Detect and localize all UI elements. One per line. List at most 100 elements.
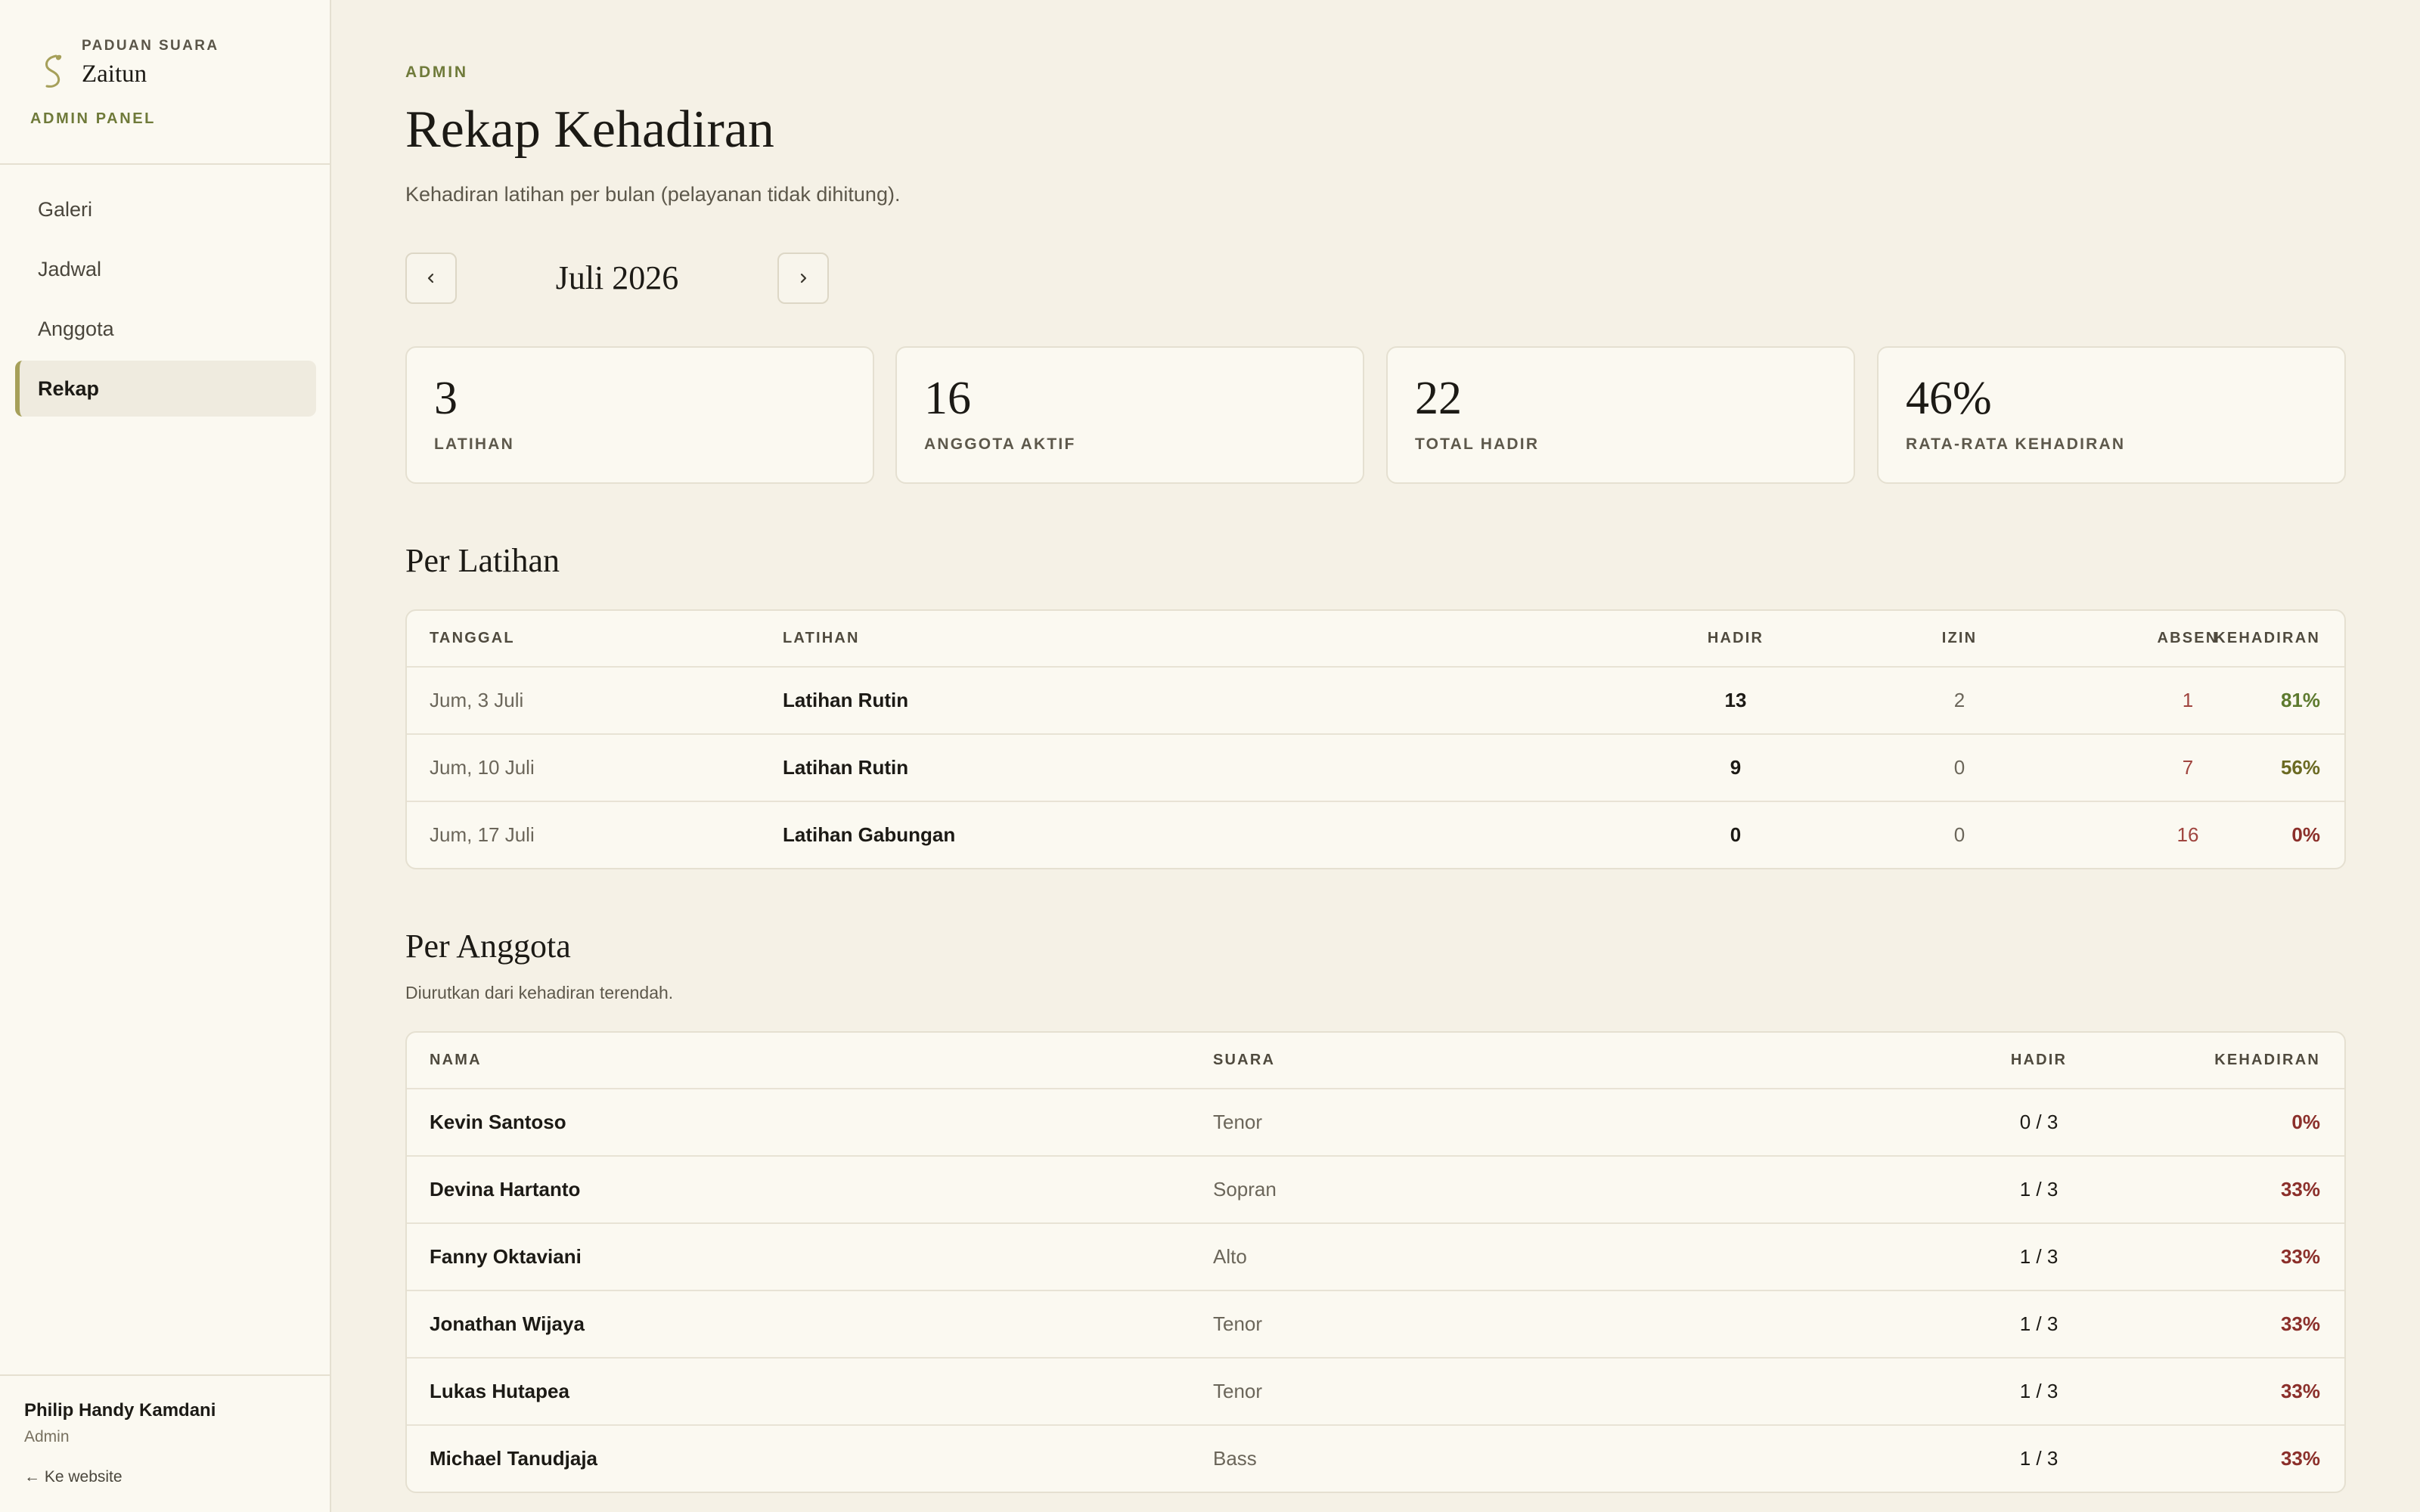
page-eyebrow: ADMIN [405, 64, 468, 81]
column-header-nama[interactable]: NAMA [430, 1033, 482, 1088]
cell-hadir: 0 [1730, 823, 1742, 846]
cell-suara: Alto [1213, 1245, 1247, 1268]
column-header-latihan[interactable]: LATIHAN [783, 611, 860, 666]
cell-kehadiran: 33% [2280, 1447, 2320, 1470]
prev-month-button[interactable] [405, 253, 457, 304]
table-row[interactable]: Jonathan Wijaya Tenor 1 / 3 33% [407, 1290, 2344, 1357]
cell-izin: 2 [1953, 689, 1965, 711]
brand-name: Zaitun [82, 60, 147, 88]
cell-kehadiran: 33% [2280, 1380, 2320, 1402]
cell-nama: Jonathan Wijaya [430, 1312, 585, 1335]
stat-value: 46% [1906, 373, 1992, 424]
cell-hadir: 0 / 3 [2019, 1111, 2059, 1133]
per-anggota-rows: Kevin Santoso Tenor 0 / 3 0% Devina Hartanto… [407, 1088, 2344, 1492]
column-header-izin[interactable]: IZIN [1884, 611, 2035, 666]
current-month: Juli 2026 [555, 259, 679, 296]
stat-label: RATA-RATA KEHADIRAN [1906, 435, 2126, 453]
stat-label: ANGGOTA AKTIF [924, 435, 1076, 453]
cell-latihan: Latihan Rutin [783, 689, 909, 711]
back-to-website-link[interactable]: ← Ke website [24, 1468, 123, 1486]
cell-kehadiran: 0% [2291, 823, 2320, 846]
cell-kehadiran: 33% [2280, 1245, 2320, 1268]
cell-kehadiran: 0% [2291, 1111, 2320, 1133]
table-row[interactable]: Michael Tanudjaja Bass 1 / 3 33% [407, 1424, 2344, 1492]
sidebar-item-label: Anggota [38, 317, 114, 340]
table-row[interactable]: Jum, 3 Juli Latihan Rutin 13 2 1 81% [407, 666, 2344, 733]
section-title-per-anggota: Per Anggota [405, 928, 571, 965]
sidebar-item-label: Rekap [38, 376, 100, 400]
table-header-row: TANGGAL LATIHAN HADIR IZIN ABSEN KEHADIR… [407, 611, 2344, 666]
cell-hadir: 1 / 3 [2019, 1312, 2059, 1335]
cell-hadir: 13 [1724, 689, 1747, 711]
table-row[interactable]: Devina Hartanto Sopran 1 / 3 33% [407, 1155, 2344, 1222]
sidebar-item-anggota[interactable]: Anggota [15, 301, 316, 357]
column-header-kehadiran[interactable]: KEHADIRAN [2093, 611, 2320, 666]
user-name: Philip Handy Kamdani [24, 1400, 216, 1421]
stat-label: LATIHAN [434, 435, 514, 453]
next-month-button[interactable] [777, 253, 829, 304]
cell-kehadiran: 33% [2280, 1178, 2320, 1201]
section-title-per-latihan: Per Latihan [405, 542, 560, 579]
cell-suara: Tenor [1213, 1111, 1263, 1133]
stat-value: 3 [434, 373, 458, 424]
cell-nama: Fanny Oktaviani [430, 1245, 582, 1268]
table-row[interactable]: Fanny Oktaviani Alto 1 / 3 33% [407, 1222, 2344, 1290]
cell-hadir: 1 / 3 [2019, 1178, 2059, 1201]
sidebar-item-label: Galeri [38, 197, 93, 221]
cell-hadir: 1 / 3 [2019, 1245, 2059, 1268]
cell-suara: Bass [1213, 1447, 1257, 1470]
per-latihan-rows: Jum, 3 Juli Latihan Rutin 13 2 1 81% Jum, 10 J… [407, 666, 2344, 868]
table-row[interactable]: Jum, 17 Juli Latihan Gabungan 0 0 16 0% [407, 801, 2344, 868]
stat-card-anggota-aktif: 16 ANGGOTA AKTIF [895, 346, 1364, 484]
cell-latihan: Latihan Gabungan [783, 823, 956, 846]
cell-kehadiran: 33% [2280, 1312, 2320, 1335]
month-navigator: Juli 2026 [405, 253, 829, 304]
sidebar-item-galeri[interactable]: Galeri [15, 181, 316, 237]
cell-suara: Tenor [1213, 1312, 1263, 1335]
column-header-kehadiran[interactable]: KEHADIRAN [2093, 1033, 2320, 1088]
cell-izin: 0 [1953, 823, 1965, 846]
sidebar-nav: Galeri Jadwal Anggota Rekap [15, 181, 316, 420]
sidebar-divider [0, 1374, 330, 1376]
column-header-tanggal[interactable]: TANGGAL [430, 611, 515, 666]
cell-tanggal: Jum, 3 Juli [430, 689, 524, 711]
stat-card-total-hadir: 22 TOTAL HADIR [1386, 346, 1855, 484]
table-row[interactable]: Lukas Hutapea Tenor 1 / 3 33% [407, 1357, 2344, 1424]
cell-nama: Devina Hartanto [430, 1178, 581, 1201]
column-header-hadir[interactable]: HADIR [1963, 1033, 2114, 1088]
cell-hadir: 1 / 3 [2019, 1447, 2059, 1470]
cell-izin: 0 [1953, 756, 1965, 779]
section-note: Diurutkan dari kehadiran terendah. [405, 983, 674, 1002]
stat-value: 22 [1415, 373, 1462, 424]
page-title: Rekap Kehadiran [405, 101, 774, 159]
sidebar-item-jadwal[interactable]: Jadwal [15, 241, 316, 297]
cell-nama: Michael Tanudjaja [430, 1447, 598, 1470]
cell-suara: Tenor [1213, 1380, 1263, 1402]
chevron-right-icon [800, 273, 807, 284]
stats-row: 3 LATIHAN 16 ANGGOTA AKTIF 22 TOTAL HADI… [405, 346, 2346, 484]
stat-label: TOTAL HADIR [1415, 435, 1540, 453]
column-header-suara[interactable]: SUARA [1213, 1033, 1275, 1088]
column-header-hadir[interactable]: HADIR [1660, 611, 1811, 666]
stat-card-rata-rata: 46% RATA-RATA KEHADIRAN [1877, 346, 2346, 484]
cell-tanggal: Jum, 10 Juli [430, 756, 535, 779]
cell-nama: Kevin Santoso [430, 1111, 566, 1133]
stat-card-latihan: 3 LATIHAN [405, 346, 874, 484]
sidebar: PADUAN SUARA Zaitun ADMIN PANEL Galeri J… [0, 0, 331, 1512]
cell-kehadiran: 56% [2280, 756, 2320, 779]
brand-tagline: PADUAN SUARA [82, 38, 219, 54]
cell-kehadiran: 81% [2280, 689, 2320, 711]
sidebar-item-rekap[interactable]: Rekap [15, 361, 316, 417]
cell-hadir: 1 / 3 [2019, 1380, 2059, 1402]
cell-suara: Sopran [1213, 1178, 1277, 1201]
table-row[interactable]: Kevin Santoso Tenor 0 / 3 0% [407, 1088, 2344, 1155]
cell-latihan: Latihan Rutin [783, 756, 909, 779]
table-row[interactable]: Jum, 10 Juli Latihan Rutin 9 0 7 56% [407, 733, 2344, 801]
cell-hadir: 9 [1730, 756, 1742, 779]
stat-value: 16 [924, 373, 971, 424]
per-anggota-table: NAMA SUARA HADIR KEHADIRAN Kevin Santoso… [405, 1031, 2346, 1493]
cell-tanggal: Jum, 17 Juli [430, 823, 535, 846]
per-latihan-table: TANGGAL LATIHAN HADIR IZIN ABSEN KEHADIR… [405, 609, 2346, 869]
page-subtitle: Kehadiran latihan per bulan (pelayanan t… [405, 183, 901, 206]
chevron-left-icon [427, 273, 434, 284]
